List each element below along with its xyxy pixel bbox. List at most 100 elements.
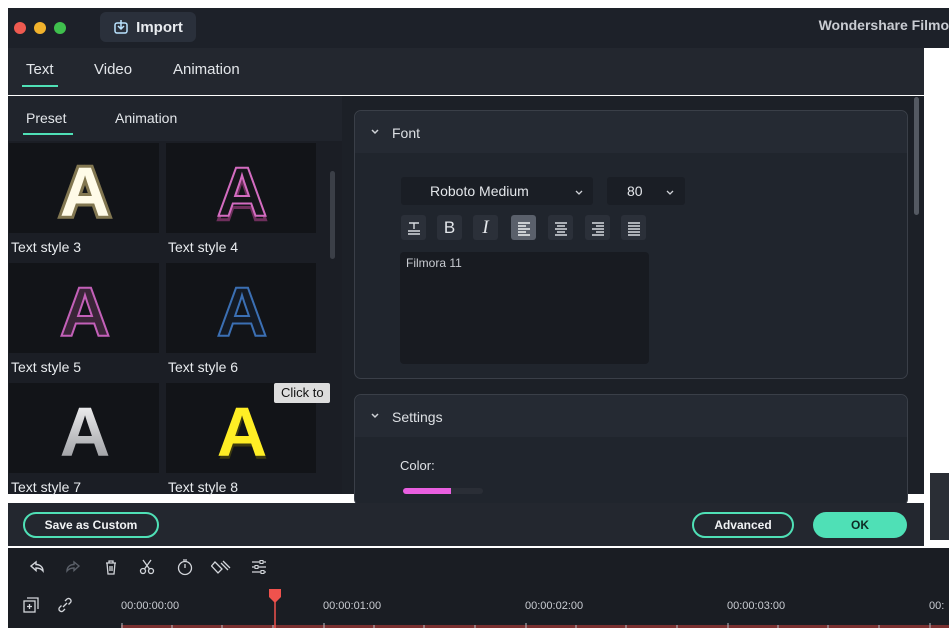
maximize-window-button[interactable]: [54, 22, 66, 34]
bold-button[interactable]: B: [437, 215, 462, 240]
properties-scrollbar[interactable]: [914, 97, 919, 215]
chevron-down-icon: [371, 129, 379, 135]
preset-tile-text-style-6[interactable]: A: [166, 263, 316, 353]
align-justify-button[interactable]: [621, 215, 646, 240]
align-right-button[interactable]: [585, 215, 610, 240]
speed-icon[interactable]: [176, 558, 194, 576]
subtab-animation-label: Animation: [115, 110, 178, 126]
timecode-label: 00:00:03:00: [727, 600, 786, 612]
tab-text-underline: [22, 85, 58, 87]
align-center-icon: [554, 221, 567, 236]
timeline-ruler[interactable]: [121, 623, 949, 628]
top-tab-bar: Text Video Animation: [8, 48, 924, 95]
chevron-down-icon: [575, 190, 583, 195]
color-swatch-button[interactable]: [403, 488, 483, 494]
preset-label: Text style 4: [168, 239, 239, 255]
settings-card-header[interactable]: Settings: [355, 395, 907, 437]
subtab-preset-underline: [23, 133, 73, 135]
minimize-window-button[interactable]: [34, 22, 46, 34]
text-type-button[interactable]: [401, 215, 426, 240]
preset-tile-text-style-3[interactable]: A A: [9, 143, 159, 233]
preset-preview-pink-outline: A A: [215, 152, 269, 233]
font-family-select[interactable]: Roboto Medium: [401, 177, 593, 205]
delete-icon[interactable]: [102, 558, 120, 576]
preset-preview-blue-outline: A: [216, 272, 269, 352]
svg-text:A: A: [217, 393, 268, 471]
tab-video[interactable]: Video: [94, 61, 132, 78]
chevron-down-icon: [371, 413, 379, 419]
add-track-icon[interactable]: [22, 596, 40, 614]
editor-window: Import Wondershare Filmo Text Video Anim…: [0, 0, 949, 628]
adjust-icon[interactable]: [250, 558, 268, 576]
undo-icon[interactable]: [28, 558, 46, 576]
preset-label: Text style 6: [168, 359, 239, 375]
align-right-icon: [591, 221, 604, 236]
font-card-title: Font: [392, 125, 421, 141]
timecode-label: 00:00:02:00: [525, 600, 584, 612]
font-size-value: 80: [627, 183, 643, 199]
subtab-preset-label: Preset: [26, 110, 67, 126]
app-title: Wondershare Filmo: [818, 17, 949, 33]
preset-label: Text style 5: [11, 359, 82, 375]
tab-text[interactable]: Text: [26, 61, 54, 78]
import-button[interactable]: Import: [100, 12, 196, 42]
font-family-value: Roboto Medium: [430, 183, 529, 199]
font-size-select[interactable]: 80: [607, 177, 685, 205]
color-swatch: [403, 488, 451, 494]
cut-icon[interactable]: [138, 558, 156, 576]
preset-preview-white-glow: A A: [57, 150, 114, 233]
timeline-area: 00:00:00:00 00:00:01:00 00:00:02:00 00:0…: [8, 548, 949, 628]
redo-icon[interactable]: [64, 558, 82, 576]
preset-tile-text-style-5[interactable]: A: [9, 263, 159, 353]
close-window-button[interactable]: [14, 22, 26, 34]
playhead[interactable]: [268, 588, 282, 628]
preset-scrollbar[interactable]: [330, 171, 335, 259]
align-justify-icon: [627, 221, 640, 236]
keyframe-icon[interactable]: [211, 558, 231, 576]
preset-tile-text-style-4[interactable]: A A: [166, 143, 316, 233]
timecode-label: 00:: [929, 600, 945, 612]
side-handle: [930, 473, 949, 540]
tab-animation-label: Animation: [173, 61, 240, 78]
text-content-input[interactable]: Filmora 11: [400, 252, 649, 364]
advanced-button[interactable]: Advanced: [692, 512, 794, 538]
timecode-label: 00:00:01:00: [323, 600, 382, 612]
svg-text:A: A: [217, 153, 268, 231]
save-as-custom-label: Save as Custom: [44, 518, 138, 532]
settings-card-title: Settings: [392, 409, 443, 425]
color-label: Color:: [400, 458, 435, 473]
italic-button[interactable]: I: [473, 215, 498, 240]
svg-text:A: A: [60, 273, 111, 351]
save-as-custom-button[interactable]: Save as Custom: [23, 512, 159, 538]
align-left-icon: [517, 221, 530, 236]
subtab-preset[interactable]: Preset: [26, 110, 66, 126]
preset-label: Text style 7: [11, 479, 82, 495]
chevron-down-icon: [666, 190, 674, 195]
advanced-label: Advanced: [714, 518, 772, 532]
sub-tab-bar: Preset Animation: [8, 96, 342, 141]
preset-preview-violet-solid: A: [59, 272, 112, 352]
timecode-label: 00:00:00:00: [121, 600, 180, 612]
link-icon[interactable]: [56, 596, 74, 614]
ok-button[interactable]: OK: [813, 512, 907, 538]
align-left-button[interactable]: [511, 215, 536, 240]
bold-icon: B: [443, 217, 456, 237]
tab-animation[interactable]: Animation: [173, 61, 240, 78]
action-bar: Save as Custom Advanced OK: [8, 503, 924, 546]
title-bar: Import Wondershare Filmo: [8, 8, 949, 48]
svg-text:A: A: [60, 393, 111, 471]
preset-label: Text style 8: [168, 479, 239, 495]
preset-tile-text-style-7[interactable]: A: [9, 383, 159, 473]
tooltip: Click to: [274, 383, 330, 403]
tab-text-label: Text: [26, 61, 54, 78]
subtab-animation[interactable]: Animation: [115, 110, 177, 126]
font-card-header[interactable]: Font: [355, 111, 907, 153]
text-type-icon: [407, 221, 420, 235]
import-icon: [114, 20, 128, 34]
svg-text:A: A: [60, 153, 111, 231]
preset-label: Text style 3: [11, 239, 82, 255]
italic-icon: I: [482, 216, 489, 238]
preset-panel: Preset Animation A A Text style 3 A A Te…: [8, 96, 342, 495]
align-center-button[interactable]: [548, 215, 573, 240]
import-label: Import: [136, 18, 183, 36]
